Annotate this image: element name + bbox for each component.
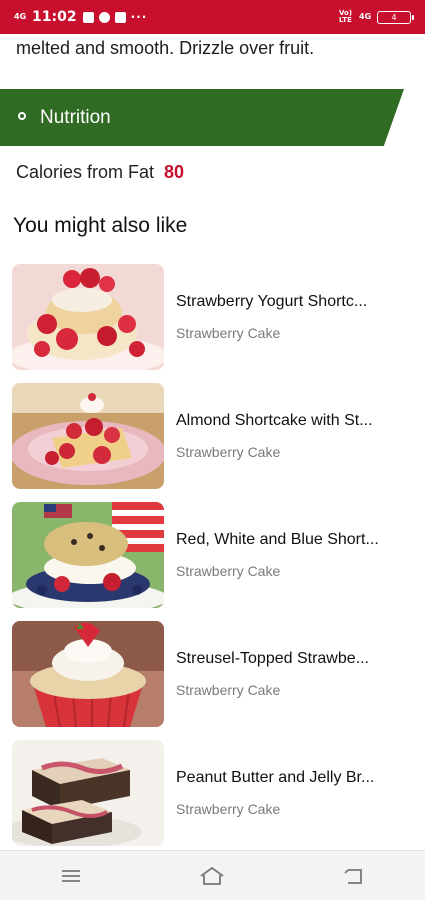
recipe-card[interactable]: Strawberry Yogurt Shortc... Strawberry C…	[12, 257, 412, 376]
recipe-title: Streusel-Topped Strawbe...	[176, 649, 369, 667]
recipe-category: Strawberry Cake	[176, 443, 281, 460]
recipe-category: Strawberry Cake	[176, 324, 281, 341]
related-recipes-list: Strawberry Yogurt Shortc... Strawberry C…	[12, 257, 412, 852]
battery-icon: 4	[377, 10, 414, 24]
more-notifications-icon: ···	[130, 10, 148, 24]
home-button[interactable]	[182, 856, 242, 896]
recipe-category: Strawberry Cake	[176, 562, 281, 579]
menu-icon	[61, 869, 80, 882]
recipe-category: Strawberry Cake	[176, 681, 281, 698]
nutrition-section-header[interactable]: Nutrition	[0, 89, 404, 146]
home-icon	[200, 866, 225, 885]
streusel-cupcake-image	[12, 620, 164, 727]
recipe-card[interactable]: Red, White and Blue Short... Strawberry …	[12, 495, 412, 614]
almond-shortcake-image	[12, 382, 164, 489]
check-icon	[98, 11, 110, 23]
peanut-butter-jelly-brownie-image	[12, 739, 164, 846]
calories-row: Calories from Fat 80	[16, 162, 184, 183]
nutrition-label: Nutrition	[40, 106, 111, 128]
strawberry-yogurt-shortcake-image	[12, 263, 164, 370]
calories-label: Calories from Fat	[16, 162, 155, 182]
menu-button[interactable]	[41, 856, 101, 896]
recipe-title: Peanut Butter and Jelly Br...	[176, 768, 375, 786]
recipe-category: Strawberry Cake	[176, 800, 281, 817]
recipe-card[interactable]: Almond Shortcake with St... Strawberry C…	[12, 376, 412, 495]
recipe-directions-text: melted and smooth. Drizzle over fruit.	[16, 38, 315, 58]
system-navigation-bar	[0, 850, 425, 900]
battery-level: 4	[391, 12, 397, 22]
back-button[interactable]	[324, 856, 384, 896]
recipe-title: Strawberry Yogurt Shortc...	[176, 292, 368, 310]
bullet-icon	[18, 111, 26, 120]
recipe-card[interactable]: Streusel-Topped Strawbe... Strawberry Ca…	[12, 614, 412, 733]
recipe-title: Almond Shortcake with St...	[176, 411, 373, 429]
notification-icon	[82, 11, 94, 23]
red-white-blue-shortcake-image	[12, 501, 164, 608]
status-time: 11:02	[32, 9, 77, 25]
recipe-card[interactable]: Peanut Butter and Jelly Br... Strawberry…	[12, 733, 412, 852]
network-indicator: 4G	[14, 12, 27, 21]
calories-value: 80	[164, 162, 185, 182]
recipe-title: Red, White and Blue Short...	[176, 530, 379, 548]
volte-indicator: Vo) LTE	[339, 9, 353, 24]
related-recipes-title: You might also like	[13, 214, 188, 237]
signal-icon: 4G	[359, 12, 372, 21]
mail-icon	[114, 11, 126, 23]
status-bar: 4G 11:02 ··· Vo) LTE 4G 4	[0, 0, 425, 34]
back-icon	[344, 868, 363, 884]
